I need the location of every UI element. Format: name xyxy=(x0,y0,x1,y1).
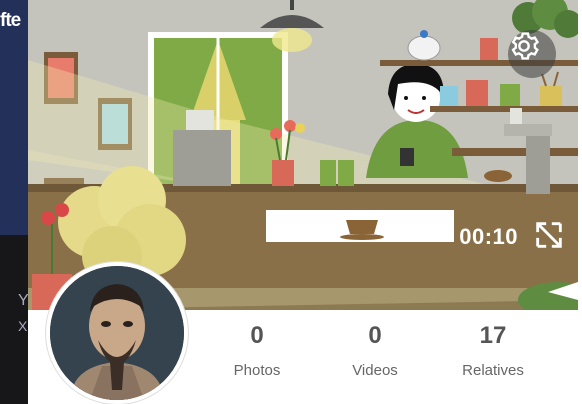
gear-icon xyxy=(511,32,540,60)
stat-photos-label: Photos xyxy=(233,362,281,379)
background-panel-upper xyxy=(0,0,28,235)
stat-photos-count: 0 xyxy=(250,322,264,349)
profile-card: 00:10 0 Photos 0 Videos 17 Relatives xyxy=(28,0,578,404)
avatar-portrait xyxy=(50,266,184,400)
stat-photos[interactable]: 0 Photos xyxy=(198,318,316,398)
settings-button[interactable] xyxy=(508,30,556,78)
background-text-fragment-2: Y xyxy=(18,292,28,309)
background-text-fragment-3: X xyxy=(18,318,28,334)
profile-avatar[interactable] xyxy=(46,262,188,404)
stat-relatives[interactable]: 17 Relatives xyxy=(434,318,552,398)
avatar xyxy=(50,266,184,400)
video-time-label: 00:10 xyxy=(459,224,518,249)
expand-icon xyxy=(536,222,562,248)
profile-stats: 0 Photos 0 Videos 17 Relatives xyxy=(198,318,578,398)
stat-relatives-count: 17 xyxy=(479,322,507,349)
background-text-fragment: fte xyxy=(0,10,21,31)
background-screen-strip: fte Y X xyxy=(0,0,28,404)
expand-button[interactable] xyxy=(532,218,568,254)
stat-videos-label: Videos xyxy=(352,362,398,379)
stat-videos-count: 0 xyxy=(368,322,382,349)
stat-videos[interactable]: 0 Videos xyxy=(316,318,434,398)
stat-relatives-label: Relatives xyxy=(462,362,524,379)
